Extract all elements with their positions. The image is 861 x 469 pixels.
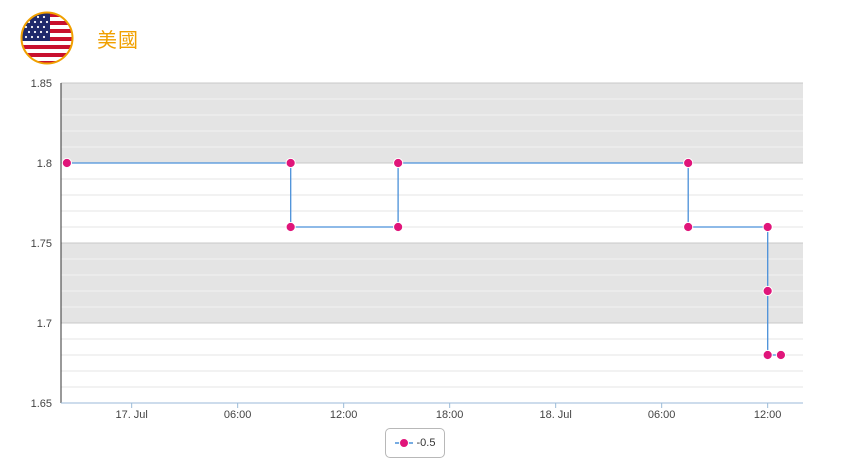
y-tick-label: 1.8 [37,158,52,170]
y-tick-label: 1.7 [37,318,52,330]
data-point [285,221,296,233]
data-point [393,221,404,233]
x-tick-label: 06:00 [648,409,676,421]
team-name: 美國 [97,30,139,52]
data-point [762,221,773,233]
legend-label: -0.5 [416,437,436,449]
data-point [762,285,773,297]
data-point [683,157,694,169]
data-point [775,349,787,361]
x-tick-label: 06:00 [224,409,252,421]
plot-band [61,243,803,323]
x-axis-ticks: 17. Jul 06:00 12:00 18:00 18. Jul 06:00 12:00 [115,403,781,421]
data-point [683,221,694,233]
y-axis-ticks: 1.65 1.7 1.75 1.8 1.85 [31,78,52,410]
y-tick-label: 1.85 [31,78,52,90]
data-point [285,157,296,169]
x-tick-label: 12:00 [330,409,358,421]
data-point [762,349,773,361]
y-tick-label: 1.75 [31,238,52,250]
legend-item[interactable]: -0.5 [385,428,445,458]
data-point [61,157,72,169]
odds-chart: 1.65 1.7 1.75 1.8 1.85 17. Jul 06:00 12:00 18:0… [31,78,803,421]
legend-marker-icon [394,438,413,448]
x-tick-label: 18:00 [436,409,464,421]
plot-band [61,83,803,163]
x-tick-label: 17. Jul [115,409,147,421]
plot-bands [61,83,803,323]
y-tick-label: 1.65 [31,398,52,410]
data-point [393,157,404,169]
x-tick-label: 18. Jul [539,409,571,421]
us-flag-icon [20,11,74,65]
chart-header: 美國 [0,0,861,70]
x-tick-label: 12:00 [754,409,782,421]
